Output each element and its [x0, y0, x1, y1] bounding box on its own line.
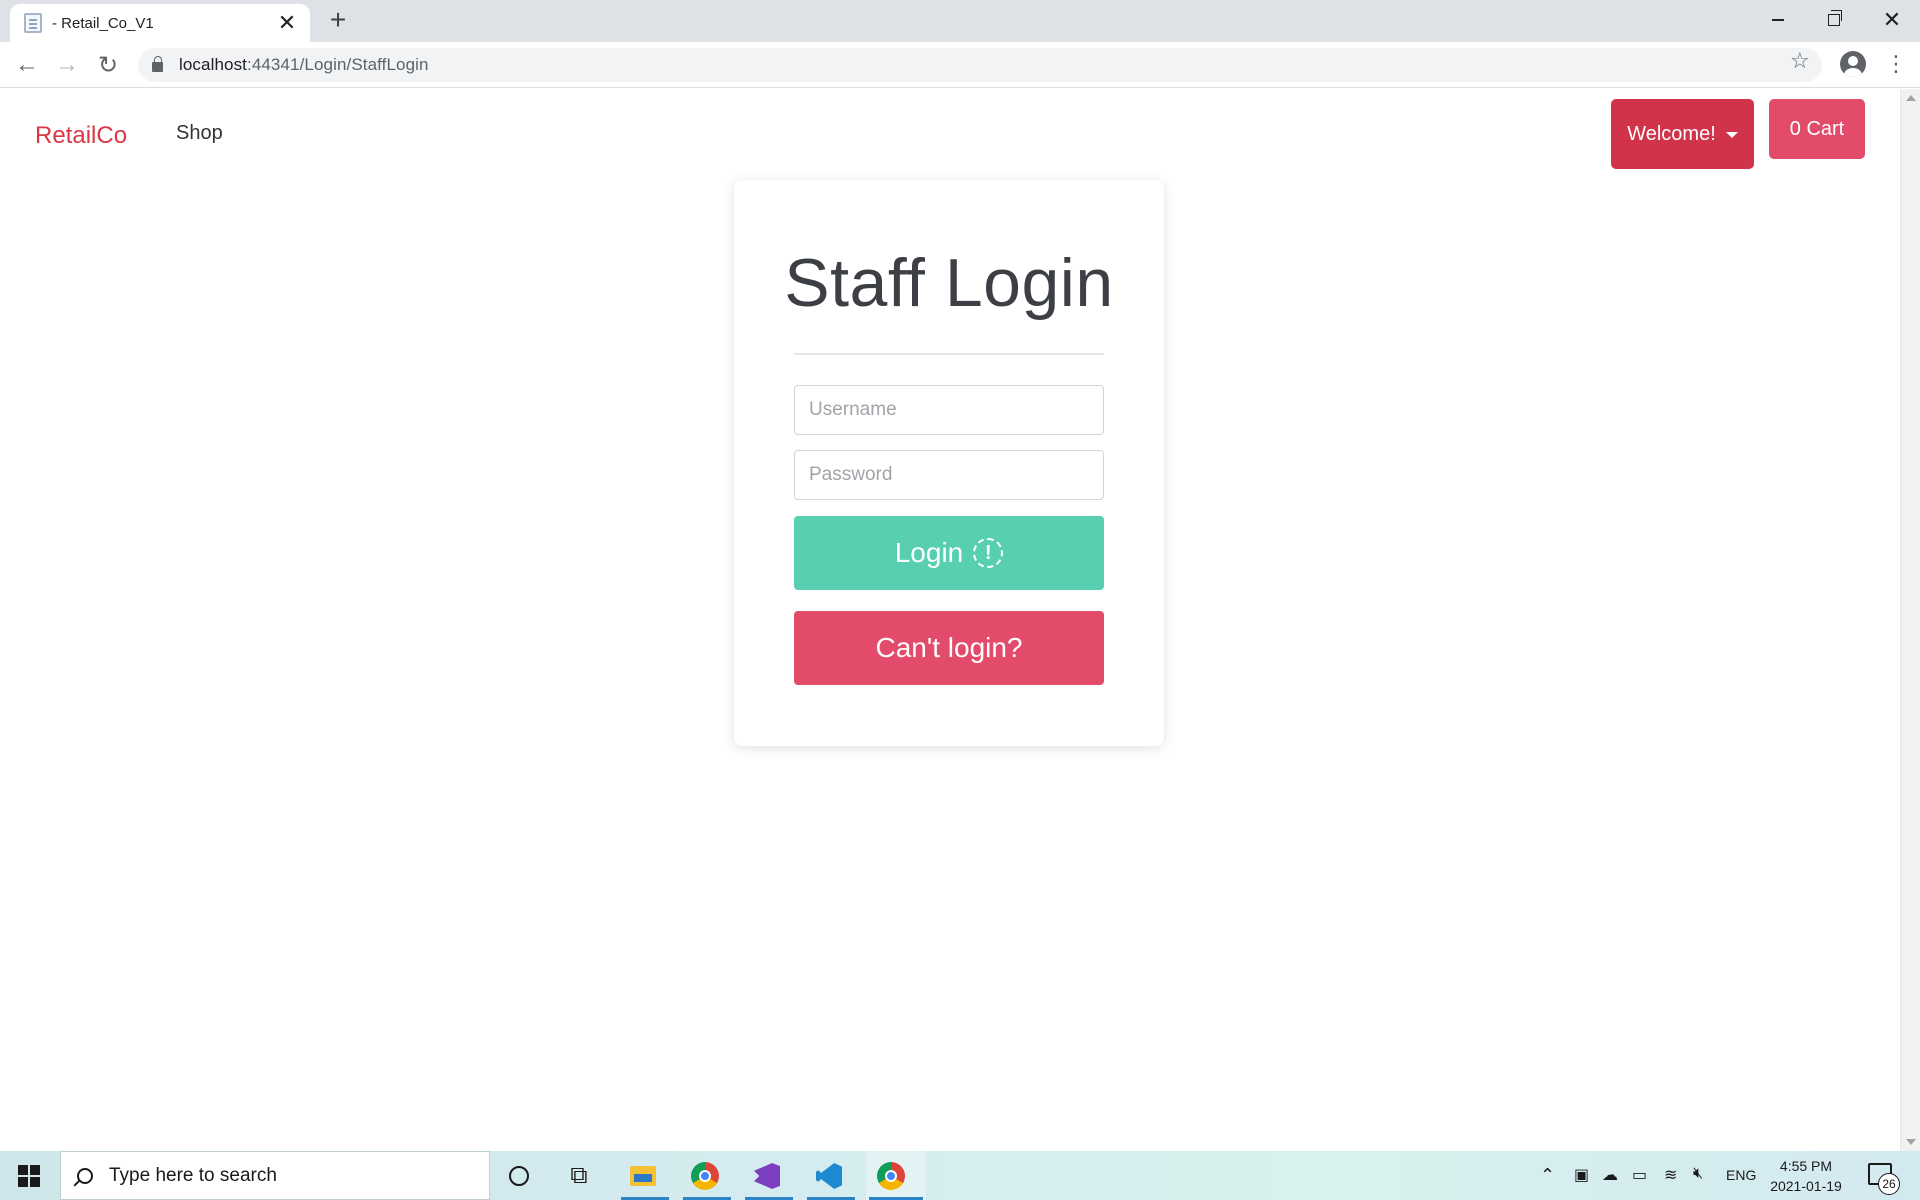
- browser-tab[interactable]: - Retail_Co_V1 ✕: [10, 4, 310, 42]
- visual-studio-icon[interactable]: [750, 1159, 784, 1193]
- cant-login-button[interactable]: Can't login?: [794, 611, 1104, 685]
- nav-shop-link[interactable]: Shop: [176, 122, 223, 145]
- search-icon: [77, 1167, 93, 1184]
- login-button[interactable]: Login !: [794, 516, 1104, 590]
- tray-overflow-chevron-icon[interactable]: ⌃: [1540, 1165, 1555, 1186]
- file-explorer-icon[interactable]: [626, 1159, 660, 1193]
- scroll-up-arrow-icon[interactable]: [1906, 95, 1916, 101]
- chrome-icon[interactable]: [688, 1159, 722, 1193]
- bookmark-star-icon[interactable]: ☆: [1790, 48, 1810, 74]
- taskbar-search-placeholder: Type here to search: [109, 1164, 277, 1186]
- url-text[interactable]: localhost:44341/Login/StaffLogin: [179, 55, 429, 75]
- tab-close-icon[interactable]: ✕: [276, 12, 298, 34]
- window-restore-button[interactable]: [1806, 0, 1862, 40]
- minimize-icon: [1772, 19, 1784, 21]
- page-title: Staff Login: [784, 245, 1114, 321]
- title-divider: [794, 353, 1104, 355]
- page-scrollbar[interactable]: [1900, 89, 1920, 1151]
- vscode-icon[interactable]: [812, 1159, 846, 1193]
- url-path: :44341/Login/StaffLogin: [247, 55, 429, 74]
- restore-icon: [1828, 10, 1842, 26]
- back-arrow-icon[interactable]: ←: [12, 50, 42, 80]
- browser-tabstrip: - Retail_Co_V1 ✕ + ✕: [0, 0, 1920, 42]
- volume-muted-icon[interactable]: 🔇︎: [1693, 1165, 1703, 1183]
- meet-now-icon[interactable]: ▣: [1574, 1165, 1589, 1185]
- web-page: RetailCo Shop Welcome! 0 Cart Staff Logi…: [0, 89, 1900, 1151]
- battery-icon[interactable]: ▭: [1632, 1165, 1647, 1185]
- welcome-label: Welcome!: [1627, 122, 1716, 145]
- onedrive-cloud-icon[interactable]: ☁: [1602, 1165, 1618, 1185]
- alert-circle-icon: !: [973, 538, 1004, 568]
- url-host: localhost: [179, 55, 247, 74]
- page-favicon-icon: [24, 13, 42, 33]
- windows-taskbar: Type here to search ⧉ ⌃ ▣ ☁ ▭ ≋ 🔇︎ ENG 4…: [0, 1151, 1920, 1200]
- clock-date: 2021-01-19: [1770, 1178, 1842, 1194]
- login-card: Staff Login Login ! Can't login?: [734, 180, 1164, 746]
- cortana-icon[interactable]: [502, 1159, 536, 1193]
- forward-arrow-icon[interactable]: →: [52, 50, 82, 80]
- notification-count-badge: 26: [1878, 1173, 1900, 1195]
- chrome-active-icon[interactable]: [874, 1159, 908, 1193]
- brand-link[interactable]: RetailCo: [35, 122, 127, 150]
- scroll-down-arrow-icon[interactable]: [1906, 1139, 1916, 1145]
- profile-avatar-icon[interactable]: [1840, 51, 1866, 77]
- tab-title: - Retail_Co_V1: [52, 14, 154, 32]
- lock-icon[interactable]: [152, 56, 163, 72]
- cart-button[interactable]: 0 Cart: [1769, 99, 1865, 159]
- input-language[interactable]: ENG: [1726, 1167, 1756, 1183]
- taskbar-clock[interactable]: 4:55 PM 2021-01-19: [1766, 1156, 1846, 1196]
- browser-menu-icon[interactable]: ⋮: [1885, 52, 1907, 76]
- close-icon: ✕: [1882, 7, 1902, 32]
- wifi-icon[interactable]: ≋: [1664, 1165, 1677, 1185]
- username-input[interactable]: [794, 385, 1104, 435]
- browser-toolbar: ← → ↻ localhost:44341/Login/StaffLogin ☆…: [0, 42, 1920, 88]
- windows-start-icon[interactable]: [18, 1165, 40, 1187]
- task-view-icon[interactable]: ⧉: [562, 1159, 596, 1193]
- login-button-label: Login: [894, 537, 964, 568]
- window-close-button[interactable]: ✕: [1864, 0, 1920, 40]
- reload-icon[interactable]: ↻: [93, 50, 123, 80]
- clock-time: 4:55 PM: [1779, 1158, 1833, 1174]
- window-minimize-button[interactable]: [1750, 0, 1806, 40]
- taskbar-search-box[interactable]: Type here to search: [60, 1151, 490, 1200]
- password-input[interactable]: [794, 450, 1104, 500]
- new-tab-button[interactable]: +: [324, 6, 352, 34]
- address-bar[interactable]: localhost:44341/Login/StaffLogin: [138, 48, 1822, 82]
- caret-down-icon: [1725, 132, 1738, 138]
- welcome-dropdown-button[interactable]: Welcome!: [1611, 99, 1754, 169]
